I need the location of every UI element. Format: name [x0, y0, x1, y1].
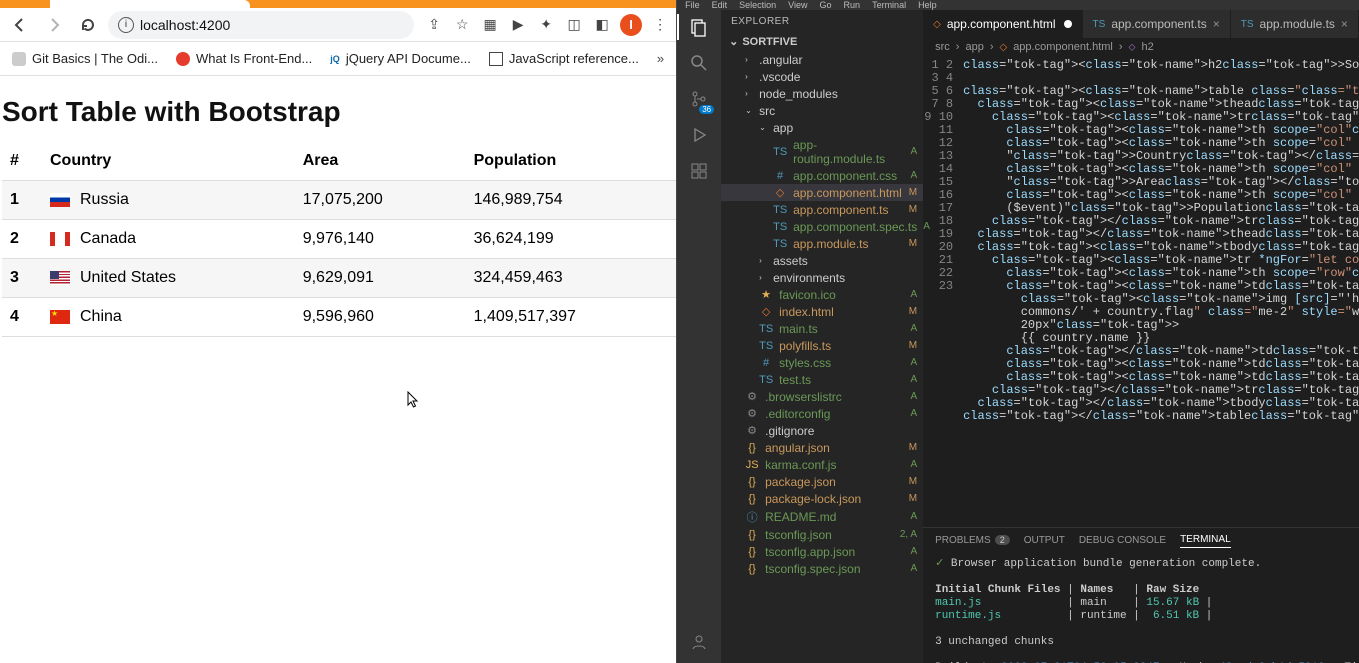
site-info-icon[interactable]: i: [118, 17, 134, 33]
file-app-routing.module.ts[interactable]: TSapp-routing.module.tsA: [721, 136, 923, 167]
profile-avatar[interactable]: I: [620, 14, 642, 36]
file-.browserslistrc[interactable]: ⚙.browserslistrcA: [721, 388, 923, 405]
bookmark-overflow-icon[interactable]: »: [657, 51, 664, 66]
col-country[interactable]: Country: [42, 142, 295, 181]
terminal-output[interactable]: ✓ Browser application bundle generation …: [923, 554, 1359, 663]
file-test.ts[interactable]: TStest.tsA: [721, 371, 923, 388]
file-app[interactable]: ⌄app: [721, 119, 923, 136]
file-tsconfig.spec.json[interactable]: {}tsconfig.spec.jsonA: [721, 560, 923, 577]
panel-tab-output[interactable]: OUTPUT: [1024, 535, 1065, 548]
file-.editorconfig[interactable]: ⚙.editorconfigA: [721, 405, 923, 422]
code-editor[interactable]: 1 2 3 4 5 6 7 8 9 10 11 12 13 14 15 16 1…: [923, 56, 1359, 527]
extensions-icon[interactable]: ✦: [536, 15, 556, 35]
file-app.component.css[interactable]: #app.component.cssA: [721, 167, 923, 184]
file-environments[interactable]: ›environments: [721, 269, 923, 286]
file-assets[interactable]: ›assets: [721, 252, 923, 269]
sidepanel-icon[interactable]: ◧: [592, 15, 612, 35]
flag-icon: [50, 271, 70, 285]
activity-bar: 36: [677, 10, 721, 663]
bookmarks-bar: Git Basics | The Odi... What Is Front-En…: [0, 42, 676, 76]
browser-toolbar: i localhost:4200 ⇪ ☆ ▦ ▶ ✦ ◫ ◧ I ⋮: [0, 8, 676, 42]
scm-icon[interactable]: 36: [686, 86, 712, 112]
editor-tab[interactable]: TSapp.component.ts×: [1083, 10, 1231, 38]
ext1-icon[interactable]: ▦: [480, 15, 500, 35]
file-app.module.ts[interactable]: TSapp.module.tsM: [721, 235, 923, 252]
file-app.component.ts[interactable]: TSapp.component.tsM: [721, 201, 923, 218]
file-src[interactable]: ⌄src: [721, 102, 923, 119]
tab-strip: [0, 0, 676, 8]
explorer-title: EXPLORER: [721, 10, 923, 32]
bookmark-mdn[interactable]: JavaScript reference...: [489, 51, 639, 66]
file-.vscode[interactable]: ›.vscode: [721, 68, 923, 85]
vscode-window: FileEditSelectionViewGoRunTerminalHelp ─…: [677, 0, 1359, 663]
bookmark-frontend[interactable]: What Is Front-End...: [176, 51, 312, 66]
flag-icon: [50, 310, 70, 324]
star-icon[interactable]: ☆: [452, 15, 472, 35]
panel-tab-terminal[interactable]: TERMINAL: [1180, 534, 1231, 548]
file-styles.css[interactable]: #styles.cssA: [721, 354, 923, 371]
file-favicon.ico[interactable]: ★favicon.icoA: [721, 286, 923, 303]
reload-button[interactable]: [74, 11, 102, 39]
col-index[interactable]: #: [2, 142, 42, 181]
editor-tab[interactable]: TSapp.module.ts×: [1231, 10, 1359, 38]
file-main.ts[interactable]: TSmain.tsA: [721, 320, 923, 337]
debug-icon[interactable]: [686, 122, 712, 148]
browser-tab[interactable]: [50, 0, 250, 8]
panel-tab-debug[interactable]: DEBUG CONSOLE: [1079, 535, 1166, 548]
file-README.md[interactable]: ⓘREADME.mdA: [721, 507, 923, 526]
ext2-icon[interactable]: ▶: [508, 15, 528, 35]
url-text: localhost:4200: [140, 17, 230, 33]
file-polyfills.ts[interactable]: TSpolyfills.tsM: [721, 337, 923, 354]
bottom-panel: PROBLEMS2 OUTPUT DEBUG CONSOLE TERMINAL …: [923, 527, 1359, 663]
table-row: 2 Canada 9,976,14036,624,199: [2, 220, 676, 259]
file-tsconfig.app.json[interactable]: {}tsconfig.app.jsonA: [721, 543, 923, 560]
col-area[interactable]: Area: [295, 142, 466, 181]
explorer-sidebar: EXPLORER ⌄SORTFIVE ›.angular›.vscode›nod…: [721, 10, 923, 663]
account-icon[interactable]: [686, 629, 712, 655]
scm-badge: 36: [699, 105, 714, 114]
back-button[interactable]: [6, 11, 34, 39]
file-app.component.spec.ts[interactable]: TSapp.component.spec.tsA: [721, 218, 923, 235]
file-package-lock.json[interactable]: {}package-lock.jsonM: [721, 490, 923, 507]
file-karma.conf.js[interactable]: JSkarma.conf.jsA: [721, 456, 923, 473]
flag-icon: [50, 193, 70, 207]
col-population[interactable]: Population: [466, 142, 677, 181]
page-heading: Sort Table with Bootstrap: [2, 96, 676, 128]
forward-button[interactable]: [40, 11, 68, 39]
file-.angular[interactable]: ›.angular: [721, 51, 923, 68]
table-row: 1 Russia 17,075,200146,989,754: [2, 181, 676, 220]
address-bar[interactable]: i localhost:4200: [108, 11, 414, 39]
menu-icon[interactable]: ⋮: [650, 15, 670, 35]
page-content: Sort Table with Bootstrap # Country Area…: [0, 76, 676, 337]
flag-icon: [50, 232, 70, 246]
explorer-icon[interactable]: [686, 14, 712, 40]
file-app.component.html[interactable]: ◇app.component.htmlM: [721, 184, 923, 201]
mouse-cursor-icon: [407, 391, 419, 409]
file-package.json[interactable]: {}package.jsonM: [721, 473, 923, 490]
panel-tab-problems[interactable]: PROBLEMS2: [935, 535, 1010, 548]
editor-area: ◇app.component.htmlTSapp.component.ts×TS…: [923, 10, 1359, 663]
project-root[interactable]: ⌄SORTFIVE: [721, 32, 923, 51]
browser-window: i localhost:4200 ⇪ ☆ ▦ ▶ ✦ ◫ ◧ I ⋮ Git B…: [0, 0, 677, 663]
file-index.html[interactable]: ◇index.htmlM: [721, 303, 923, 320]
editor-tabs: ◇app.component.htmlTSapp.component.ts×TS…: [923, 10, 1359, 38]
file-node_modules[interactable]: ›node_modules: [721, 85, 923, 102]
table-row: 4 China 9,596,9601,409,517,397: [2, 298, 676, 337]
share-icon[interactable]: ⇪: [424, 15, 444, 35]
bookmark-jquery[interactable]: jQjQuery API Docume...: [330, 51, 471, 66]
file-tsconfig.json[interactable]: {}tsconfig.json2, A: [721, 526, 923, 543]
editor-tab[interactable]: ◇app.component.html: [923, 10, 1082, 38]
file-.gitignore[interactable]: ⚙.gitignore: [721, 422, 923, 439]
extensions-icon[interactable]: [686, 158, 712, 184]
countries-table: # Country Area Population 1 Russia 17,07…: [2, 142, 676, 337]
panel-tabs: PROBLEMS2 OUTPUT DEBUG CONSOLE TERMINAL …: [923, 528, 1359, 554]
breadcrumbs[interactable]: src › app › ◇ app.component.html › ⬦ h2: [923, 38, 1359, 56]
table-row: 3 United States 9,629,091324,459,463: [2, 259, 676, 298]
bookmark-git[interactable]: Git Basics | The Odi...: [12, 51, 158, 66]
vscode-menubar[interactable]: FileEditSelectionViewGoRunTerminalHelp ─…: [677, 0, 1359, 10]
file-angular.json[interactable]: {}angular.jsonM: [721, 439, 923, 456]
ext3-icon[interactable]: ◫: [564, 15, 584, 35]
search-icon[interactable]: [686, 50, 712, 76]
